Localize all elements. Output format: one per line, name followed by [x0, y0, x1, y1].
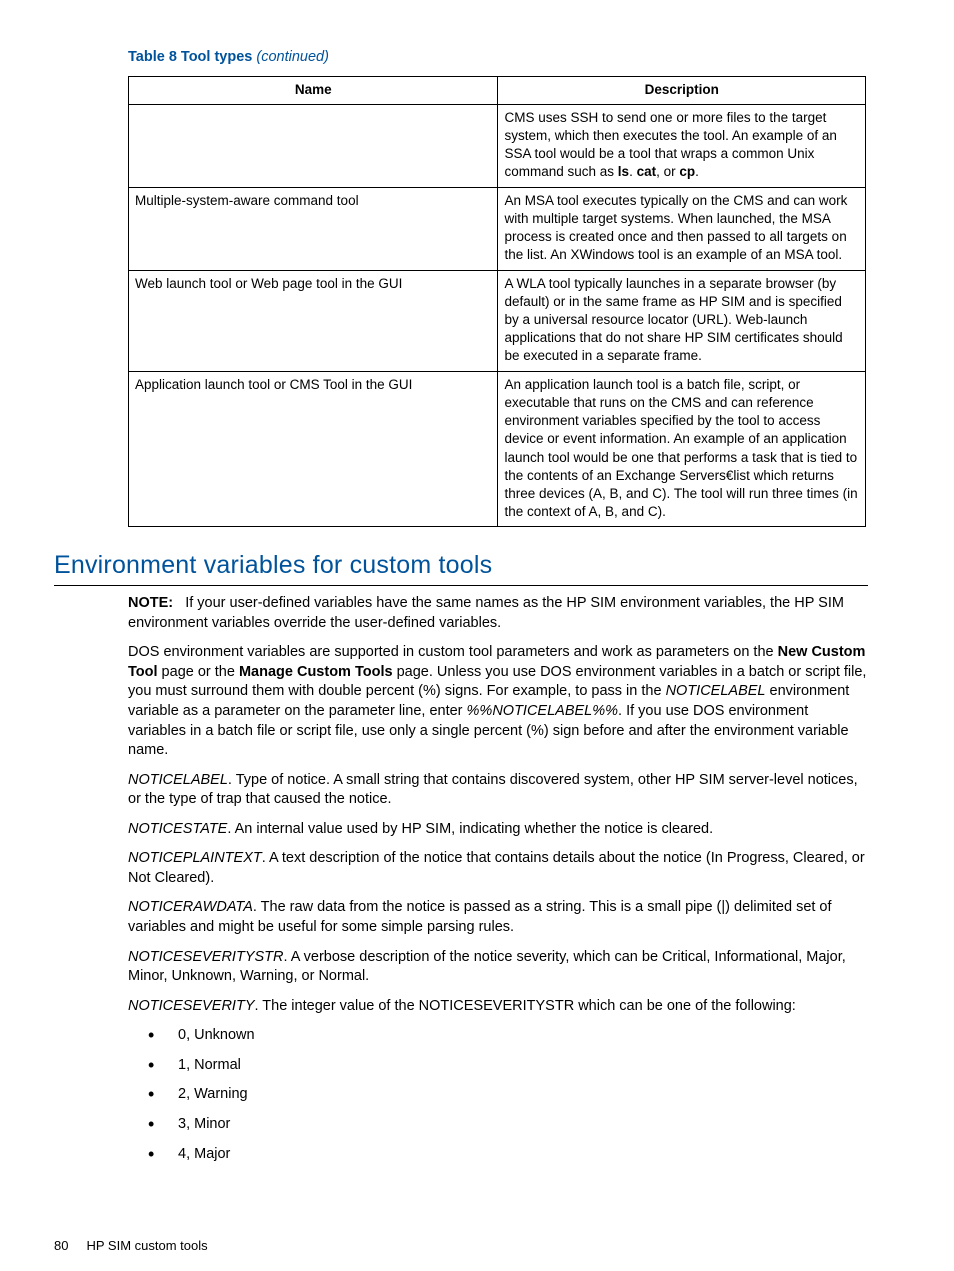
list-item: 3, Minor [148, 1115, 868, 1135]
note-paragraph: NOTE: If your user-defined variables hav… [128, 594, 868, 633]
var-noticestate: NOTICESTATE. An internal value used by H… [128, 820, 868, 840]
cell-description: A WLA tool typically launches in a separ… [498, 270, 866, 371]
list-item: 2, Warning [148, 1085, 868, 1105]
severity-list: 0, Unknown 1, Normal 2, Warning 3, Minor… [148, 1026, 868, 1164]
note-text: If your user-defined variables have the … [128, 595, 844, 631]
table-row: Web launch tool or Web page tool in the … [129, 270, 866, 371]
var-noticerawdata: NOTICERAWDATA. The raw data from the not… [128, 898, 868, 937]
list-item: 1, Normal [148, 1056, 868, 1076]
col-header-description: Description [498, 76, 866, 104]
section-heading: Environment variables for custom tools [54, 549, 868, 583]
cell-description: An MSA tool executes typically on the CM… [498, 187, 866, 270]
dos-paragraph: DOS environment variables are supported … [128, 643, 868, 760]
section-rule [54, 585, 868, 586]
table-caption: Table 8 Tool types (continued) [128, 48, 868, 68]
footer-section: HP SIM custom tools [86, 1238, 207, 1253]
table-row: Multiple-system-aware command tool An MS… [129, 187, 866, 270]
cell-description: An application launch tool is a batch fi… [498, 371, 866, 527]
tool-types-table: Name Description CMS uses SSH to send on… [128, 76, 866, 528]
list-item: 0, Unknown [148, 1026, 868, 1046]
table-caption-suffix: (continued) [256, 49, 329, 65]
cell-name [129, 104, 498, 187]
page-footer: 80 HP SIM custom tools [54, 1237, 208, 1255]
table-caption-main: Table 8 Tool types [128, 49, 252, 65]
col-header-name: Name [129, 76, 498, 104]
var-noticeplaintext: NOTICEPLAINTEXT. A text description of t… [128, 849, 868, 888]
var-noticeseveritystr: NOTICESEVERITYSTR. A verbose description… [128, 948, 868, 987]
cell-name: Multiple-system-aware command tool [129, 187, 498, 270]
body-content: NOTE: If your user-defined variables hav… [128, 594, 868, 1164]
var-noticeseverity: NOTICESEVERITY. The integer value of the… [128, 997, 868, 1017]
cell-description: CMS uses SSH to send one or more files t… [498, 104, 866, 187]
cell-name: Application launch tool or CMS Tool in t… [129, 371, 498, 527]
var-noticelabel: NOTICELABEL. Type of notice. A small str… [128, 771, 868, 810]
cell-name: Web launch tool or Web page tool in the … [129, 270, 498, 371]
table-row: Application launch tool or CMS Tool in t… [129, 371, 866, 527]
note-label: NOTE: [128, 595, 173, 611]
page-number: 80 [54, 1238, 68, 1253]
list-item: 4, Major [148, 1145, 868, 1165]
table-row: CMS uses SSH to send one or more files t… [129, 104, 866, 187]
